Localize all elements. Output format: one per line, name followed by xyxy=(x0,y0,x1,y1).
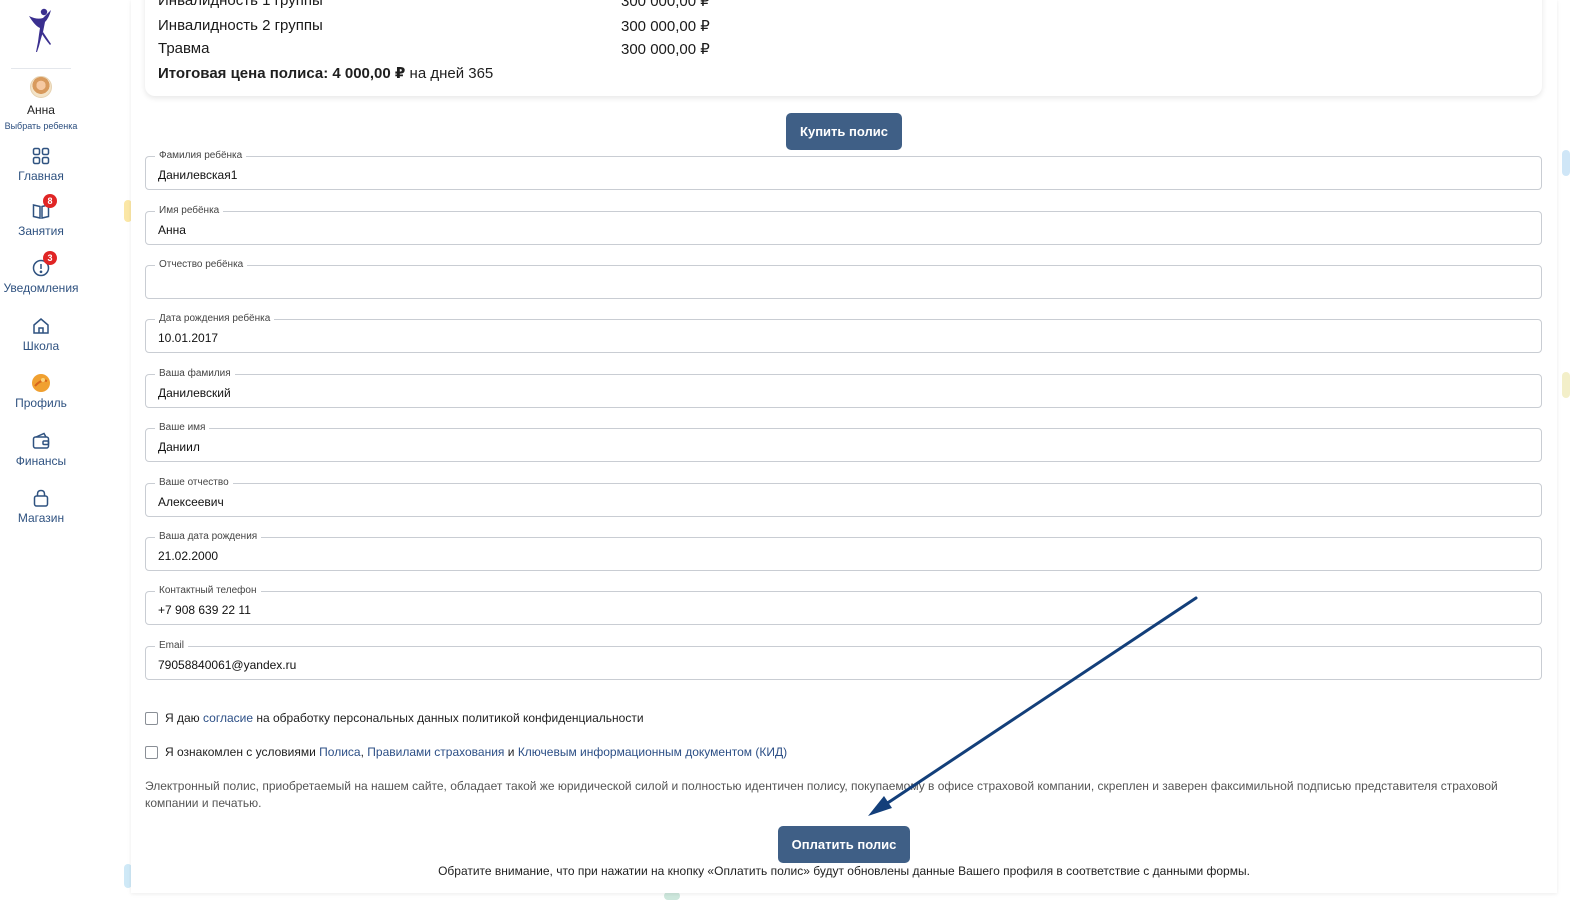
field-label: Ваше имя xyxy=(155,422,210,434)
consent-suffix: на обработку персональных данных политик… xyxy=(256,711,644,725)
notifications-badge: 3 xyxy=(43,251,57,265)
summary-row-value: 300 000,00 ₽ xyxy=(621,41,710,58)
kid-document-link[interactable]: Ключевым информационным документом (КИД) xyxy=(518,745,787,759)
field-value[interactable]: 10.01.2017 xyxy=(158,331,218,345)
sidebar-item-label: Финансы xyxy=(15,454,67,468)
child-patronymic-field[interactable]: Отчество ребёнка xyxy=(145,259,1542,299)
child-avatar[interactable] xyxy=(30,76,52,98)
bag-icon xyxy=(33,489,49,507)
summary-row-label: Травма xyxy=(158,40,210,57)
pay-policy-button[interactable]: Оплатить полис xyxy=(778,826,910,863)
insurance-rules-link[interactable]: Правилами страхования xyxy=(367,745,504,759)
consent-link[interactable]: согласие xyxy=(203,711,253,725)
policy-total: Итоговая цена полиса: 4 000,00 ₽ на дней… xyxy=(158,64,493,82)
grid-icon xyxy=(32,147,50,165)
field-label: Дата рождения ребёнка xyxy=(155,313,275,325)
field-label: Фамилия ребёнка xyxy=(155,150,247,162)
sidebar-item-finance[interactable]: Финансы xyxy=(0,431,82,468)
background-decoration xyxy=(1562,372,1570,398)
profile-avatar-icon xyxy=(32,374,50,392)
ballerina-logo-icon[interactable] xyxy=(21,6,61,54)
field-value[interactable]: 21.02.2000 xyxy=(158,549,218,563)
sidebar-item-label: Профиль xyxy=(15,396,67,410)
field-value[interactable]: +7 908 639 22 11 xyxy=(158,603,251,617)
field-label: Контактный телефон xyxy=(155,585,261,597)
email-field[interactable]: Email 79058840061@yandex.ru xyxy=(145,640,1542,680)
consent-checkbox[interactable] xyxy=(145,711,158,725)
child-birth-date-field[interactable]: Дата рождения ребёнка 10.01.2017 xyxy=(145,313,1542,353)
terms-separator: , xyxy=(360,745,364,759)
parent-first-name-field[interactable]: Ваше имя Даниил xyxy=(145,422,1542,462)
choose-child-link[interactable]: Выбрать ребенка xyxy=(5,121,78,131)
sidebar-item-label: Магазин xyxy=(17,511,65,525)
sidebar-item-label: Занятия xyxy=(18,224,64,238)
policy-link[interactable]: Полиса xyxy=(319,745,360,759)
sidebar-item-profile[interactable]: Профиль xyxy=(0,373,82,410)
child-name: Анна xyxy=(27,103,55,117)
field-value[interactable]: Данилевская1 xyxy=(158,168,237,182)
parent-last-name-field[interactable]: Ваша фамилия Данилевский xyxy=(145,368,1542,408)
electronic-policy-disclaimer: Электронный полис, приобретаемый на наше… xyxy=(145,779,1498,810)
house-icon xyxy=(33,318,49,334)
sidebar-item-notifications[interactable]: 3 Уведомления xyxy=(0,251,82,295)
sidebar-item-label: Уведомления xyxy=(3,281,79,295)
summary-row-value: 300 000,00 ₽ xyxy=(621,18,710,35)
sidebar-item-lessons[interactable]: 8 Занятия xyxy=(0,194,82,238)
sidebar-item-label: Главная xyxy=(18,169,64,183)
policy-total-price: Итоговая цена полиса: 4 000,00 ₽ xyxy=(158,65,406,82)
field-label: Email xyxy=(155,640,189,652)
child-first-name-field[interactable]: Имя ребёнка Анна xyxy=(145,205,1542,245)
field-label: Отчество ребёнка xyxy=(155,259,248,271)
summary-row-label: Инвалидность 1 группы xyxy=(158,0,323,9)
phone-field[interactable]: Контактный телефон +7 908 639 22 11 xyxy=(145,585,1542,625)
sidebar-item-label: Школа xyxy=(22,339,60,353)
field-value[interactable]: 79058840061@yandex.ru xyxy=(158,658,296,672)
terms-and: и xyxy=(507,745,515,759)
background-decoration xyxy=(1562,150,1570,176)
child-last-name-field[interactable]: Фамилия ребёнка Данилевская1 xyxy=(145,150,1542,190)
field-value[interactable]: Даниил xyxy=(158,440,200,454)
sidebar-item-school[interactable]: Школа xyxy=(0,316,82,353)
field-value[interactable]: Алексеевич xyxy=(158,495,224,509)
summary-row-value: 300 000,00 ₽ xyxy=(621,0,710,10)
wallet-icon xyxy=(32,432,50,449)
sidebar: Анна Выбрать ребенка Главная 8 Занятия 3… xyxy=(0,0,82,900)
child-profile[interactable]: Анна Выбрать ребенка xyxy=(5,76,78,131)
policy-total-duration: на дней 365 xyxy=(409,65,494,82)
sidebar-item-shop[interactable]: Магазин xyxy=(0,488,82,525)
parent-birth-date-field[interactable]: Ваша дата рождения 21.02.2000 xyxy=(145,531,1542,571)
consent-prefix: Я даю xyxy=(165,711,200,725)
logo-divider xyxy=(11,68,71,69)
terms-prefix: Я ознакомлен с условиями xyxy=(165,745,316,759)
field-label: Ваша фамилия xyxy=(155,368,235,380)
field-value[interactable]: Данилевский xyxy=(158,386,231,400)
lessons-badge: 8 xyxy=(43,194,57,208)
terms-checkbox[interactable] xyxy=(145,745,158,759)
parent-patronymic-field[interactable]: Ваше отчество Алексеевич xyxy=(145,477,1542,517)
buy-policy-button[interactable]: Купить полис xyxy=(786,113,902,150)
field-label: Ваша дата рождения xyxy=(155,531,262,543)
background-decoration xyxy=(664,892,680,900)
summary-row-label: Инвалидность 2 группы xyxy=(158,17,323,34)
consent-row: Я даю согласие на обработку персональных… xyxy=(145,711,644,725)
pay-footnote: Обратите внимание, что при нажатии на кн… xyxy=(438,864,1250,878)
policy-summary: Инвалидность 1 группы 300 000,00 ₽ Инвал… xyxy=(145,0,1542,96)
sidebar-item-home[interactable]: Главная xyxy=(0,146,82,183)
field-label: Имя ребёнка xyxy=(155,205,224,217)
terms-row: Я ознакомлен с условиями Полиса, Правила… xyxy=(145,745,787,759)
field-label: Ваше отчество xyxy=(155,477,233,489)
field-value[interactable]: Анна xyxy=(158,223,186,237)
